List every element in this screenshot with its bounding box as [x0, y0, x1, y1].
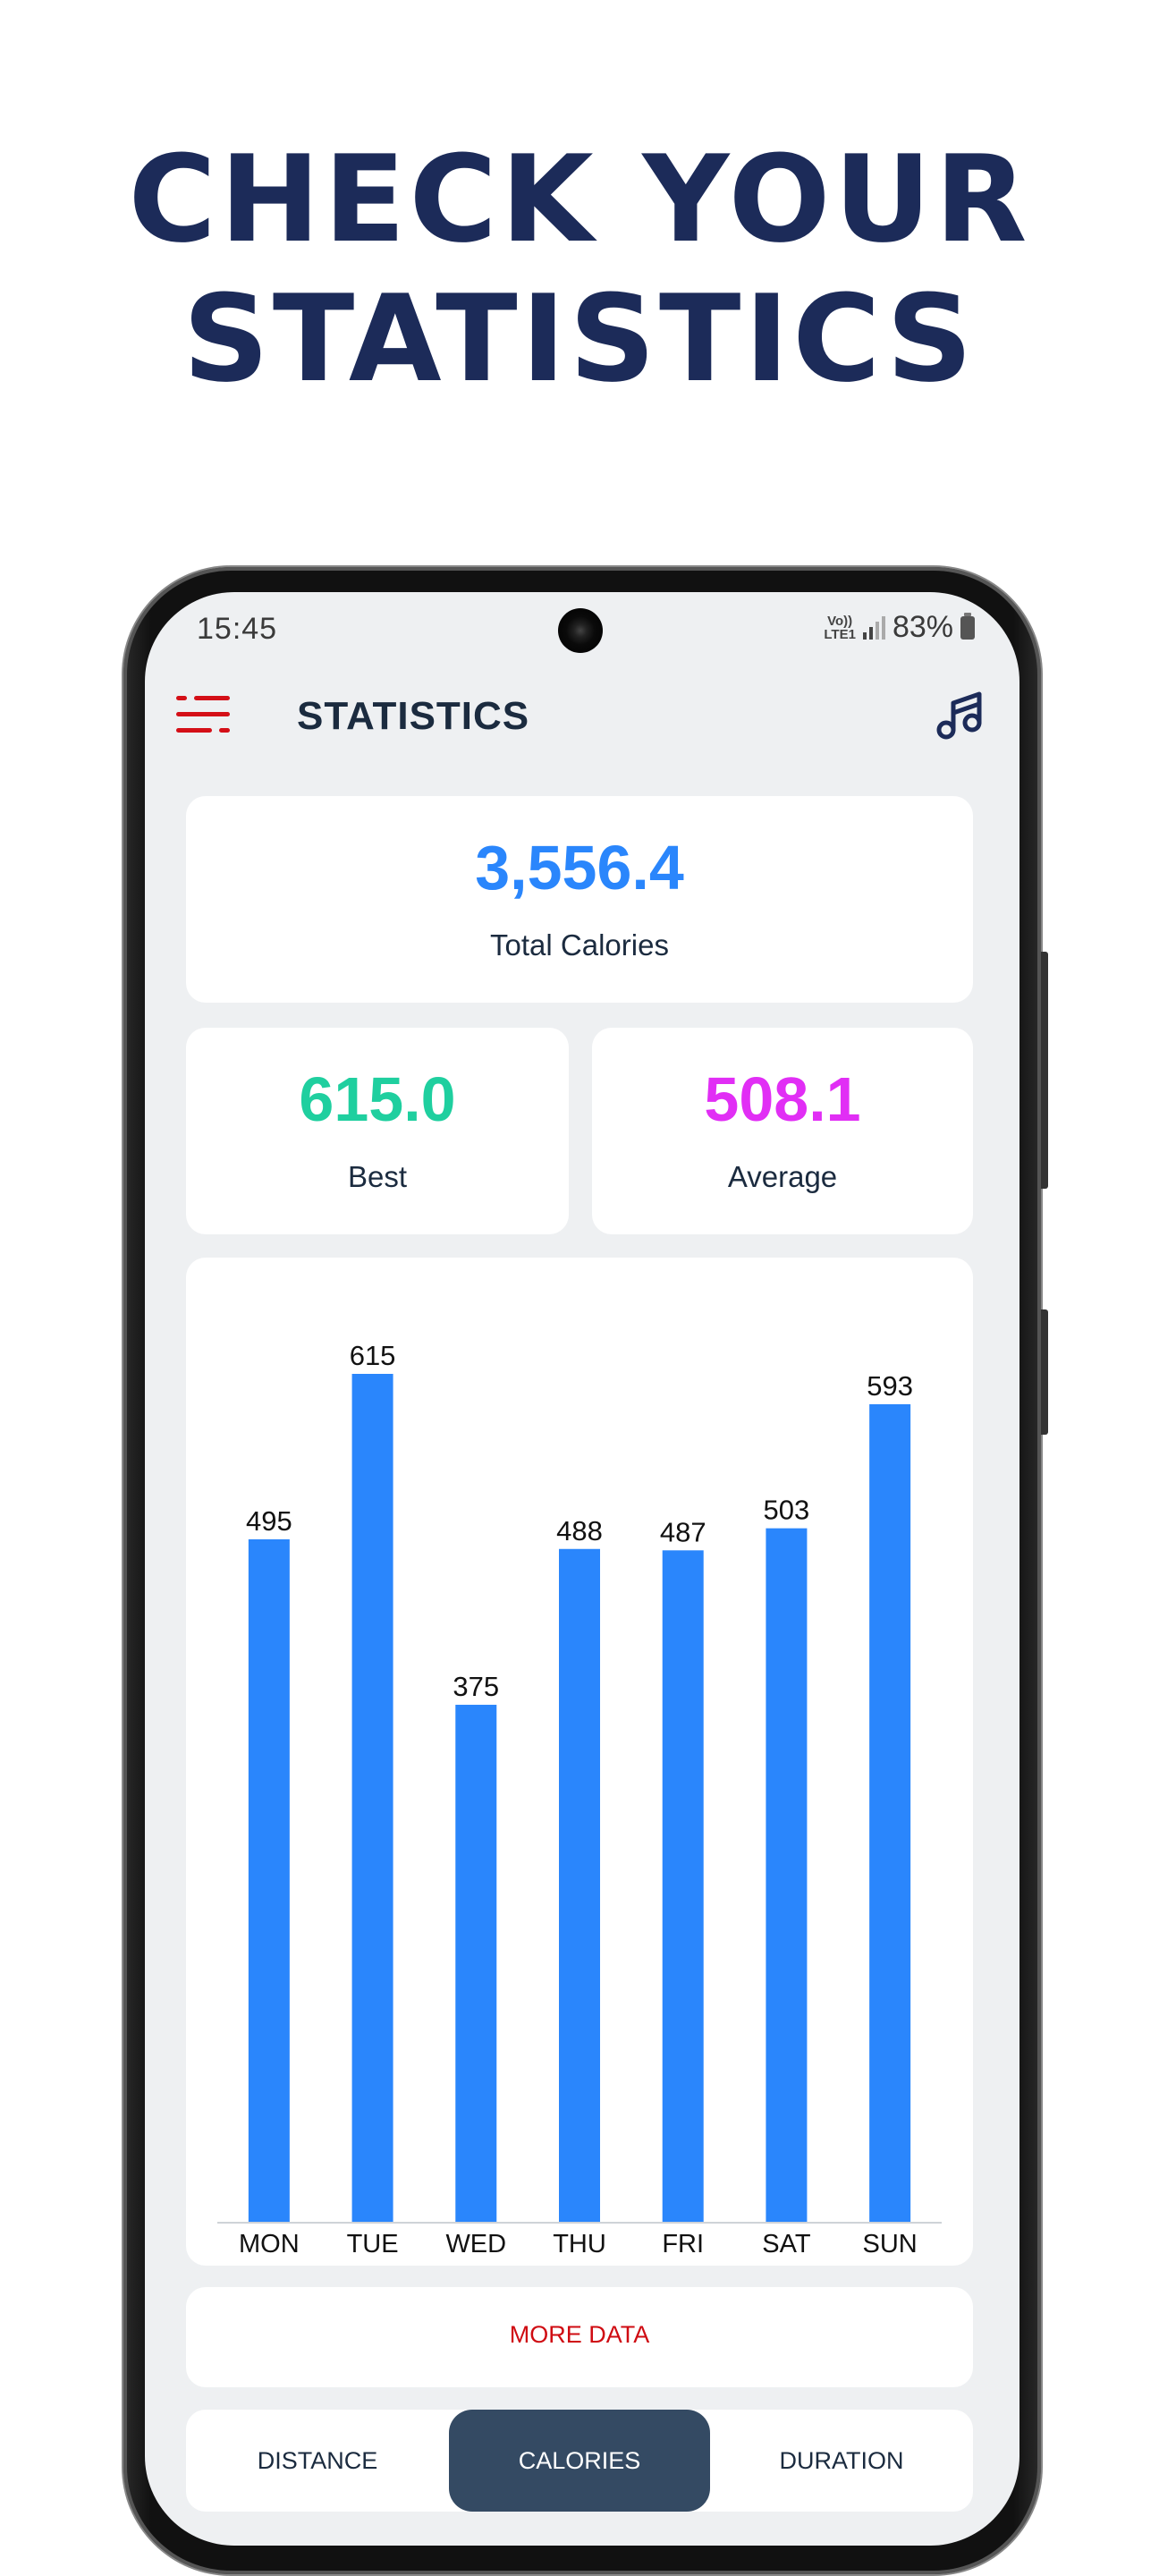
average-card: 508.1 Average: [592, 1028, 973, 1234]
tab-distance-label: DISTANCE: [257, 2446, 378, 2474]
average-value: 508.1: [704, 1064, 861, 1134]
value-label-fri: 487: [660, 1516, 706, 1547]
tab-calories-label: CALORIES: [518, 2446, 641, 2474]
calories-bar-chart: 495 MON 615 TUE 375 WED 488 THU 487 FRI 503 SAT 593 S…: [217, 1340, 942, 2258]
status-icons: Vo)) LTE1 83%: [824, 610, 975, 645]
battery-percent: 83%: [892, 610, 953, 644]
bar-sun[interactable]: [869, 1403, 911, 2222]
bar-sat[interactable]: [766, 1528, 808, 2222]
x-tick-wed: WED: [445, 2230, 506, 2258]
total-calories-card: 3,556.4 Total Calories: [186, 796, 973, 1003]
bar-tue[interactable]: [351, 1374, 393, 2222]
value-label-sat: 503: [764, 1495, 810, 1526]
best-value: 615.0: [299, 1064, 456, 1134]
tab-distance[interactable]: DISTANCE: [186, 2410, 449, 2512]
total-calories-value: 3,556.4: [475, 833, 684, 902]
calories-chart-card: 495 MON 615 TUE 375 WED 488 THU 487 FRI 503 SAT 593 S…: [186, 1258, 973, 2266]
status-time: 15:45: [197, 612, 278, 646]
x-tick-sat: SAT: [762, 2230, 811, 2258]
volte-icon: Vo)) LTE1: [824, 614, 856, 641]
headline: CHECK YOUR STATISTICS: [0, 130, 1159, 409]
phone-screen: 15:45 Vo)) LTE1 83% STATISTICS 3,556.4 T…: [145, 592, 1019, 2546]
more-data-label: MORE DATA: [509, 2321, 650, 2348]
value-label-thu: 488: [556, 1515, 603, 1546]
bar-mon[interactable]: [248, 1538, 290, 2222]
best-card: 615.0 Best: [186, 1028, 569, 1234]
music-note-icon[interactable]: [935, 689, 986, 741]
x-tick-mon: MON: [239, 2230, 300, 2258]
x-tick-tue: TUE: [347, 2230, 399, 2258]
x-tick-thu: THU: [553, 2230, 606, 2258]
power-button: [1041, 1309, 1048, 1435]
value-label-mon: 495: [246, 1505, 292, 1537]
value-label-sun: 593: [867, 1370, 913, 1402]
total-calories-label: Total Calories: [490, 928, 669, 962]
more-data-button[interactable]: MORE DATA: [186, 2287, 973, 2387]
menu-icon[interactable]: [176, 694, 230, 733]
tab-duration-label: DURATION: [779, 2446, 904, 2474]
front-camera: [558, 608, 603, 653]
tab-duration[interactable]: DURATION: [710, 2410, 973, 2512]
signal-icon: [862, 615, 885, 640]
headline-line-1: CHECK YOUR: [128, 130, 1031, 269]
x-tick-fri: FRI: [662, 2230, 704, 2258]
best-label: Best: [347, 1160, 408, 1193]
volume-button: [1041, 952, 1048, 1189]
headline-line-2: STATISTICS: [182, 269, 977, 409]
toolbar: STATISTICS: [145, 678, 1019, 753]
page-title: STATISTICS: [297, 694, 530, 738]
bar-fri[interactable]: [662, 1550, 704, 2222]
bar-wed[interactable]: [455, 1704, 497, 2222]
lte-label: LTE1: [824, 626, 856, 642]
status-bar: 15:45 Vo)) LTE1 83%: [145, 592, 1019, 667]
volte-label: Vo)): [827, 613, 853, 629]
tab-calories[interactable]: CALORIES: [449, 2410, 710, 2512]
x-tick-sun: SUN: [863, 2230, 918, 2258]
value-label-tue: 615: [350, 1340, 396, 1371]
bar-thu[interactable]: [559, 1548, 600, 2222]
metric-tabs: DISTANCE CALORIES DURATION: [186, 2410, 973, 2512]
average-label: Average: [727, 1160, 838, 1193]
value-label-wed: 375: [453, 1671, 499, 1702]
battery-icon: [960, 612, 975, 640]
